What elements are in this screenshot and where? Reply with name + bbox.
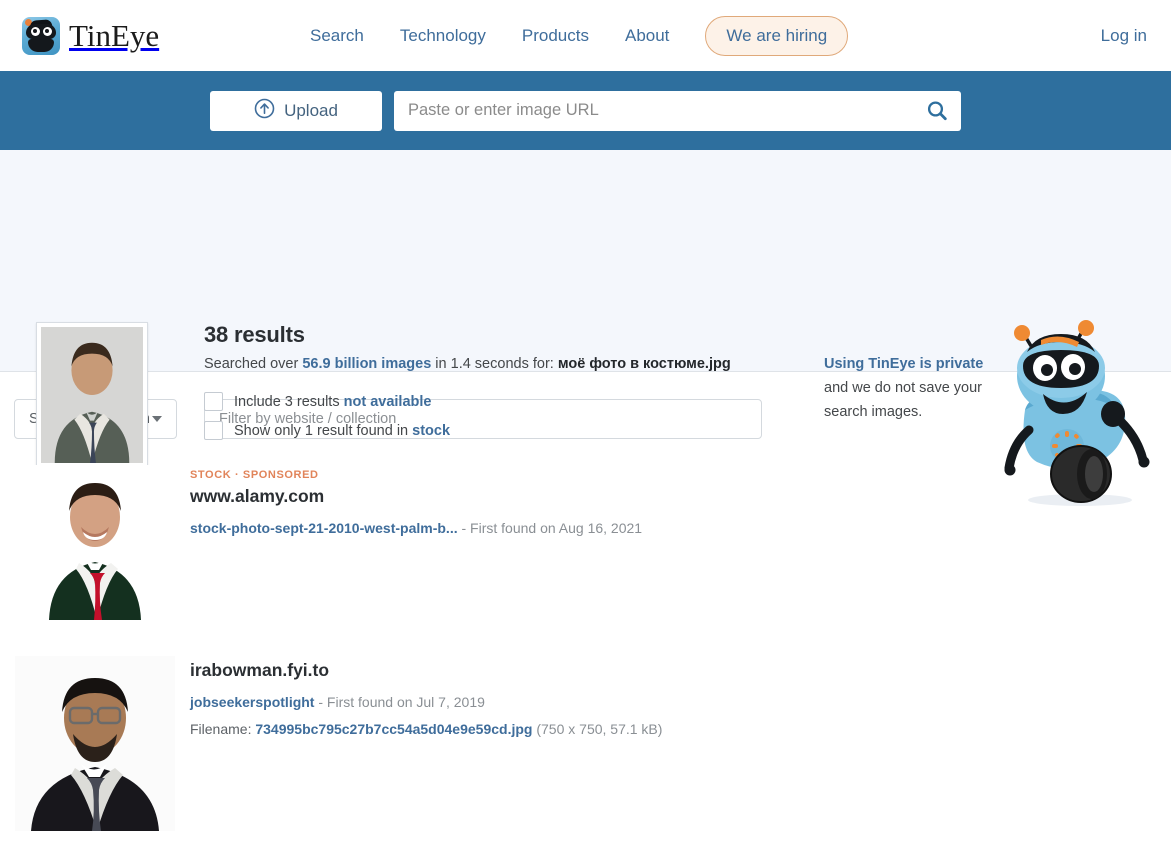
not-available-link[interactable]: not available	[344, 394, 432, 410]
nav-item-search[interactable]: Search	[310, 26, 364, 46]
upload-button-label: Upload	[284, 100, 338, 120]
nav-item-about[interactable]: About	[625, 26, 669, 46]
result-first-found: - First found on Jul 7, 2019	[314, 694, 485, 710]
result-details: STOCK · SPONSORED www.alamy.com stock-ph…	[190, 465, 642, 620]
result-page-link[interactable]: stock-photo-sept-21-2010-west-palm-b...	[190, 520, 458, 536]
result-item: irabowman.fyi.to jobseekerspotlight - Fi…	[0, 656, 1171, 831]
result-domain[interactable]: irabowman.fyi.to	[190, 660, 329, 681]
result-page-link[interactable]: jobseekerspotlight	[190, 694, 314, 710]
filename-label: Filename:	[190, 721, 256, 737]
checkbox-row-stock[interactable]: Show only 1 result found in stock	[204, 421, 731, 440]
results-summary-panel: 38 results Searched over 56.9 billion im…	[0, 150, 1171, 506]
results-count: 38 results	[204, 322, 305, 347]
result-link-line: stock-photo-sept-21-2010-west-palm-b... …	[190, 520, 642, 536]
main-nav: Search Technology Products About We are …	[310, 15, 849, 56]
result-domain[interactable]: www.alamy.com	[190, 486, 324, 507]
privacy-notice: Using TinEye is private and we do not sa…	[824, 352, 994, 424]
results-summary-text: 38 results Searched over 56.9 billion im…	[204, 322, 731, 450]
upload-button[interactable]: Upload	[210, 90, 382, 131]
we-are-hiring-button[interactable]: We are hiring	[705, 15, 849, 56]
searched-middle: in 1.4 seconds for:	[431, 356, 558, 372]
checkbox-include-not-available[interactable]	[204, 392, 223, 411]
stock-prefix: Show only 1 result found in	[234, 422, 413, 439]
result-thumbnail-cell	[0, 465, 190, 620]
checkbox-row-not-available[interactable]: Include 3 results not available	[204, 392, 731, 411]
searched-prefix: Searched over	[204, 356, 303, 372]
privacy-link[interactable]: Using TinEye is private	[824, 356, 983, 372]
image-url-input[interactable]	[408, 101, 925, 120]
result-thumbnail[interactable]	[15, 656, 175, 831]
checkbox-label-not-available[interactable]: Include 3 results not available	[234, 394, 431, 410]
upload-circle-icon	[254, 98, 275, 124]
result-filter-checkboxes: Include 3 results not available Show onl…	[204, 392, 731, 440]
image-url-field-wrap	[394, 90, 961, 131]
result-thumbnail[interactable]	[32, 465, 158, 620]
index-size-link[interactable]: 56.9 billion images	[302, 356, 431, 372]
result-filename-link[interactable]: 734995bc795c27b7cc54a5d04e9e59cd.jpg	[255, 721, 532, 737]
result-link-line: jobseekerspotlight - First found on Jul …	[190, 694, 662, 710]
search-icon[interactable]	[925, 99, 949, 123]
login-link[interactable]: Log in	[1101, 26, 1147, 46]
checkbox-label-stock[interactable]: Show only 1 result found in stock	[234, 423, 450, 439]
tineye-robot-logo-icon	[22, 16, 60, 55]
query-image-thumbnail[interactable]	[36, 322, 148, 468]
result-first-found: - First found on Aug 16, 2021	[457, 520, 643, 536]
query-image	[41, 327, 143, 463]
stock-link[interactable]: stock	[412, 423, 450, 439]
query-filename: моё фото в костюме.jpg	[557, 356, 731, 372]
result-tags: STOCK · SPONSORED	[190, 469, 319, 481]
chevron-down-icon	[152, 416, 162, 422]
result-filename-line: Filename: 734995bc795c27b7cc54a5d04e9e59…	[190, 721, 662, 737]
result-dimensions: (750 x 750, 57.1 kB)	[532, 721, 663, 737]
results-list: STOCK · SPONSORED www.alamy.com stock-ph…	[0, 439, 1171, 831]
result-thumbnail-cell	[0, 656, 190, 831]
brand-name: TinEye	[69, 18, 160, 53]
site-header: TinEye Search Technology Products About …	[0, 0, 1171, 71]
privacy-text: and we do not save your search images.	[824, 380, 982, 420]
search-stats-line: Searched over 56.9 billion images in 1.4…	[204, 356, 731, 372]
result-details: irabowman.fyi.to jobseekerspotlight - Fi…	[190, 656, 662, 831]
brand-logo[interactable]: TinEye	[22, 16, 160, 55]
search-band: Upload	[0, 71, 1171, 150]
result-item: STOCK · SPONSORED www.alamy.com stock-ph…	[0, 465, 1171, 620]
nav-item-products[interactable]: Products	[522, 26, 589, 46]
checkbox-show-only-stock[interactable]	[204, 421, 223, 440]
nav-item-technology[interactable]: Technology	[400, 26, 486, 46]
not-available-prefix: Include 3 results	[234, 393, 344, 410]
